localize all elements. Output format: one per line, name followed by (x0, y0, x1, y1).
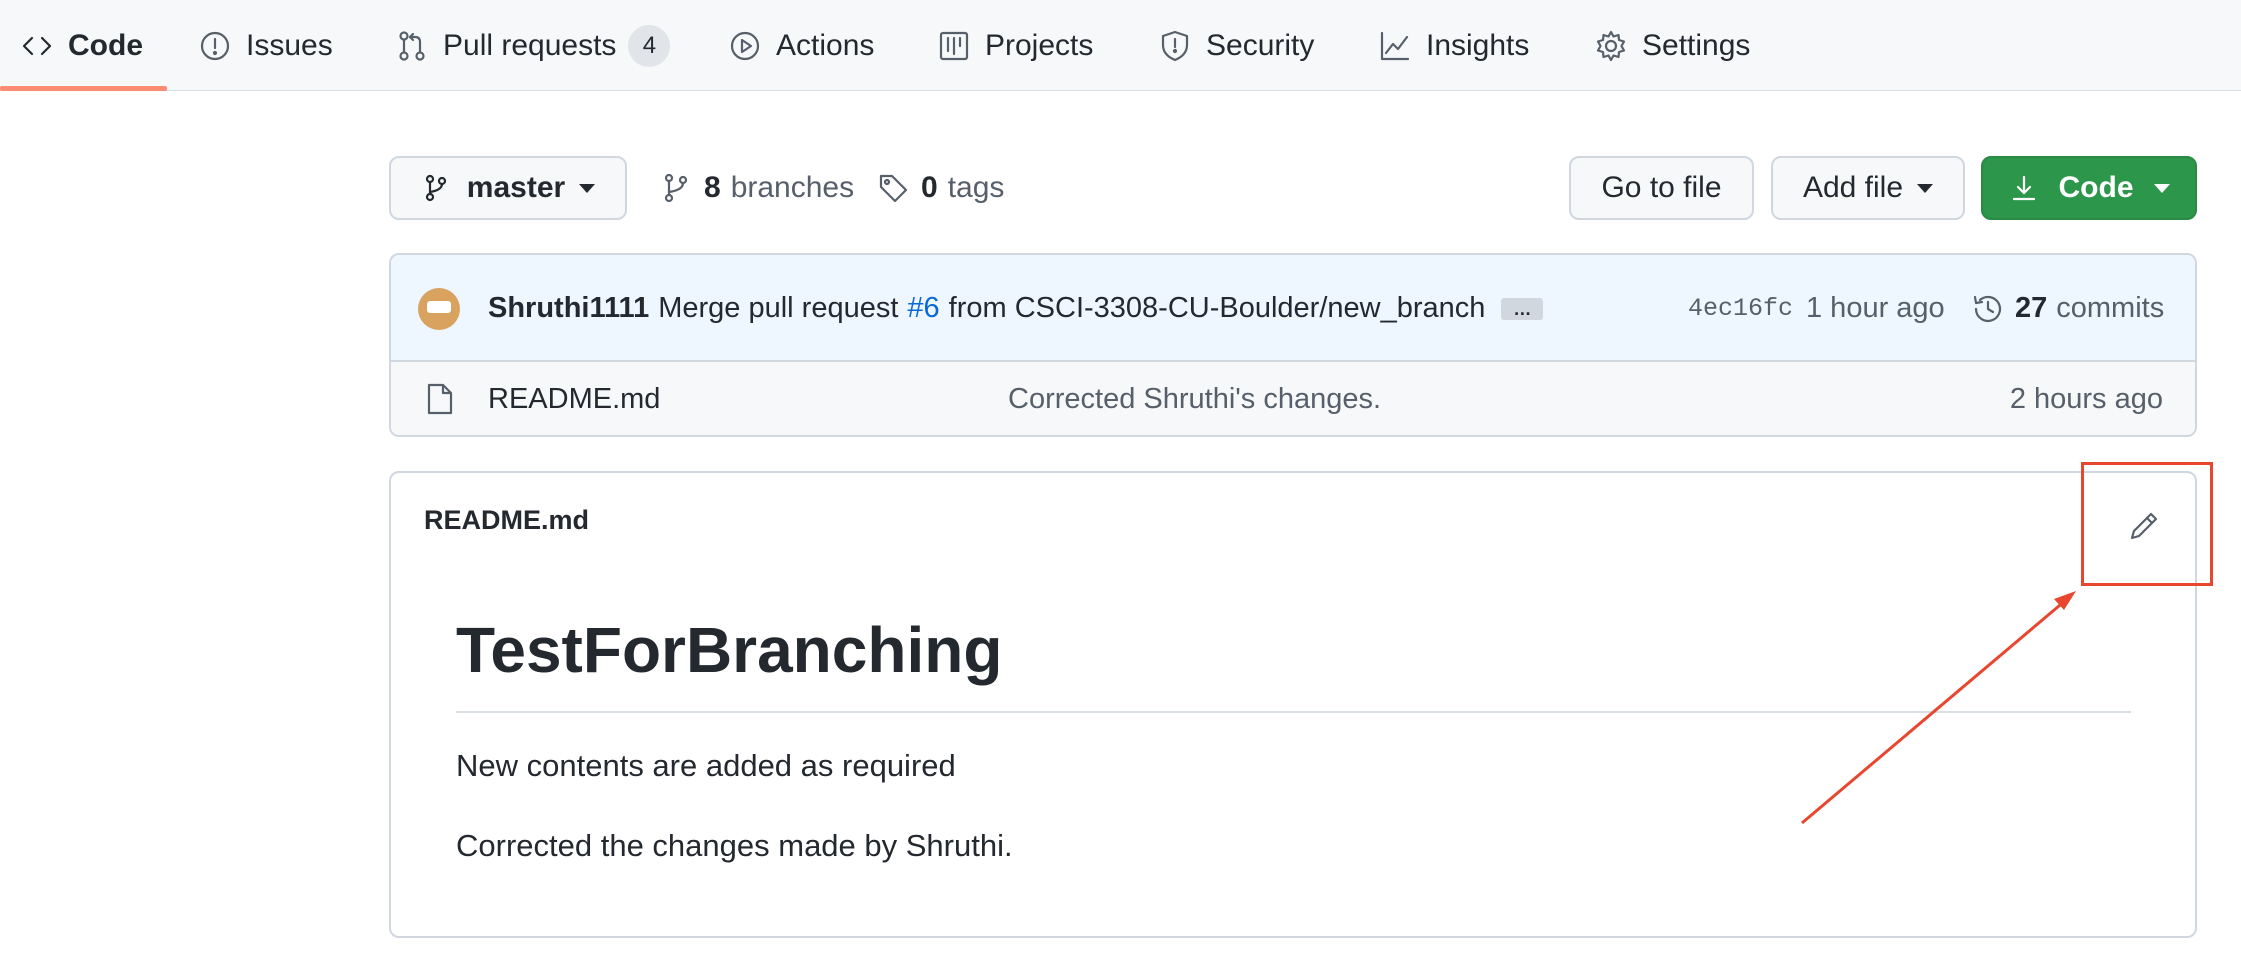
table-row: README.md Corrected Shruthi's changes. 2… (391, 362, 2195, 435)
readme-heading: TestForBranching (456, 614, 1003, 686)
pull-request-icon (399, 30, 425, 61)
commit-message-prefix[interactable]: Merge pull request (658, 292, 898, 325)
tab-issues[interactable]: Issues (198, 0, 333, 91)
project-board-icon (939, 31, 969, 60)
branch-icon (425, 174, 446, 202)
annotation-highlight-box (2081, 462, 2213, 586)
tab-projects-label: Projects (985, 28, 1094, 62)
gear-icon (1596, 30, 1626, 61)
file-commit-message-link[interactable]: Corrected Shruthi's changes. (1008, 362, 1381, 435)
branch-name: master (466, 171, 566, 204)
chevron-down-icon (1917, 183, 1934, 193)
branch-icon (664, 173, 688, 203)
add-file-label: Add file (1802, 171, 1904, 204)
branches-count: 8 (704, 171, 721, 204)
file-listing: Shruthi1111 Merge pull request #6 from C… (389, 253, 2197, 437)
tab-pull-requests[interactable]: Pull requests 4 (395, 0, 671, 91)
code-button-label: Code (2058, 171, 2134, 204)
latest-commit-row: Shruthi1111 Merge pull request #6 from C… (391, 255, 2195, 362)
commits-count: 27 (2015, 292, 2048, 324)
readme-panel: README.md TestForBranching New contents … (389, 471, 2197, 938)
readme-paragraph: Corrected the changes made by Shruthi. (456, 828, 1013, 863)
tab-code-label: Code (68, 28, 143, 62)
tags-link[interactable]: 0 tags (877, 158, 1004, 218)
pull-requests-count: 4 (628, 24, 671, 67)
download-icon (2012, 175, 2035, 201)
tab-settings[interactable]: Settings (1594, 0, 1750, 91)
tab-pull-requests-label: Pull requests (443, 28, 617, 62)
commits-history-link[interactable]: 27 commits (1971, 255, 2164, 362)
commits-label: commits (2056, 292, 2165, 324)
commit-author[interactable]: Shruthi1111 (488, 292, 649, 325)
commit-time: 1 hour ago (1806, 292, 1945, 324)
file-commit-time: 2 hours ago (2009, 383, 2163, 415)
shield-icon (1161, 30, 1189, 61)
readme-paragraph: New contents are added as required (456, 748, 956, 783)
file-icon (425, 382, 455, 416)
readme-file-label: README.md (424, 505, 590, 535)
graph-icon (1380, 31, 1410, 60)
go-to-file-button[interactable]: Go to file (1569, 156, 1754, 220)
go-to-file-label: Go to file (1601, 171, 1722, 204)
commit-sha[interactable]: 4ec16fc (1688, 255, 1793, 362)
branches-label: branches (730, 171, 855, 204)
tab-actions-label: Actions (776, 28, 875, 62)
commit-message-suffix[interactable]: from CSCI-3308-CU-Boulder/new_branch (949, 292, 1486, 325)
tab-insights-label: Insights (1426, 28, 1530, 62)
tab-actions[interactable]: Actions (728, 0, 874, 91)
tab-projects[interactable]: Projects (937, 0, 1093, 91)
tab-security-label: Security (1206, 28, 1315, 62)
heading-divider (456, 711, 2131, 713)
play-icon (730, 31, 760, 60)
branch-selector-button[interactable]: master (389, 156, 627, 220)
expand-commit-button[interactable]: … (1501, 297, 1544, 320)
code-icon (22, 36, 52, 55)
selected-tab-underline (0, 86, 167, 91)
tab-security[interactable]: Security (1158, 0, 1314, 91)
tags-label: tags (947, 171, 1005, 204)
history-icon (1973, 295, 2002, 322)
repo-nav: Code Issues Pull requests 4 Actions Proj… (0, 0, 2241, 91)
file-name-link[interactable]: README.md (488, 362, 660, 435)
add-file-button[interactable]: Add file (1771, 156, 1965, 220)
tag-icon (879, 174, 908, 203)
branches-link[interactable]: 8 branches (660, 158, 854, 218)
tags-count: 0 (921, 171, 938, 204)
avatar[interactable] (418, 288, 460, 330)
tab-code[interactable]: Code (20, 0, 143, 91)
pull-request-link[interactable]: #6 (907, 292, 939, 325)
commit-message: Shruthi1111 Merge pull request #6 from C… (488, 255, 1544, 362)
tab-issues-label: Issues (246, 28, 333, 62)
chevron-down-icon (579, 183, 596, 193)
tab-settings-label: Settings (1642, 28, 1751, 62)
chevron-down-icon (2153, 183, 2170, 193)
code-download-button[interactable]: Code (1981, 156, 2197, 220)
tab-insights[interactable]: Insights (1378, 0, 1529, 91)
issue-icon (200, 31, 230, 60)
